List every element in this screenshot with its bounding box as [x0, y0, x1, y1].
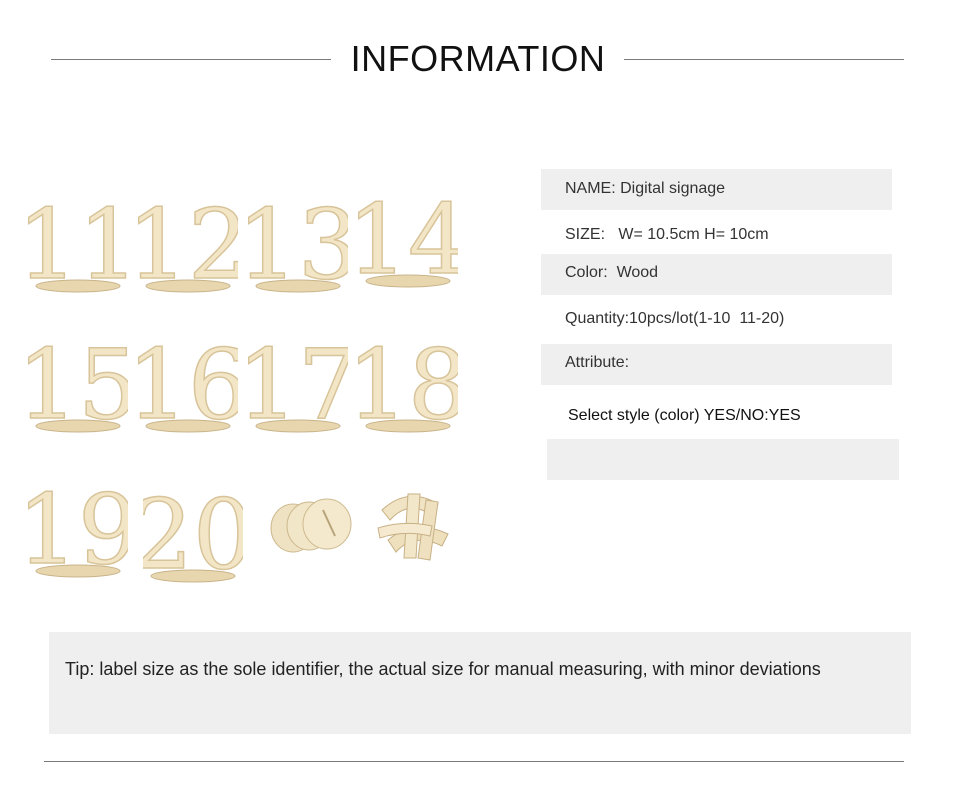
section-title: INFORMATION	[350, 38, 606, 79]
number-label: 12	[138, 189, 238, 300]
number-label: 11	[28, 189, 128, 300]
tip-box: Tip: label size as the sole identifier, …	[49, 632, 911, 734]
info-row-bg-empty	[547, 439, 899, 480]
number-stand: 18	[358, 310, 458, 440]
product-image: 11 12 13 14 15 16 17 18 19 20	[28, 160, 468, 590]
number-stand: 17	[248, 310, 348, 440]
info-select-style: Select style (color) YES/NO:YES	[568, 407, 801, 424]
info-color: Color: Wood	[565, 264, 659, 281]
number-label: 18	[358, 329, 458, 440]
number-stand: 11	[28, 170, 128, 300]
number-label: 20	[143, 479, 243, 590]
number-stand: 13	[248, 170, 348, 300]
info-quantity: Quantity:10pcs/lot(1-10 11-20)	[565, 310, 785, 327]
footer-rule	[44, 761, 904, 762]
number-label: 16	[138, 329, 238, 440]
number-label: 17	[248, 329, 348, 440]
number-stand: 15	[28, 310, 128, 440]
info-name: NAME: Digital signage	[565, 180, 726, 197]
info-attribute: Attribute:	[565, 354, 630, 371]
header-rule-left	[51, 59, 331, 60]
wooden-bases-pile	[263, 490, 363, 560]
info-size: SIZE: W= 10.5cm H= 10cm	[565, 226, 769, 243]
number-stand: 14	[358, 165, 458, 295]
number-stand: 16	[138, 310, 238, 440]
number-stand: 12	[138, 170, 238, 300]
header-rule-right	[624, 59, 904, 60]
number-label: 14	[358, 184, 458, 295]
number-stand: 19	[28, 455, 128, 585]
number-stand: 20	[143, 460, 243, 590]
number-label: 13	[248, 189, 348, 300]
number-label: 19	[28, 474, 128, 585]
tip-text: Tip: label size as the sole identifier, …	[65, 659, 821, 679]
number-label: 15	[28, 329, 128, 440]
loose-numbers-pile	[368, 480, 468, 570]
